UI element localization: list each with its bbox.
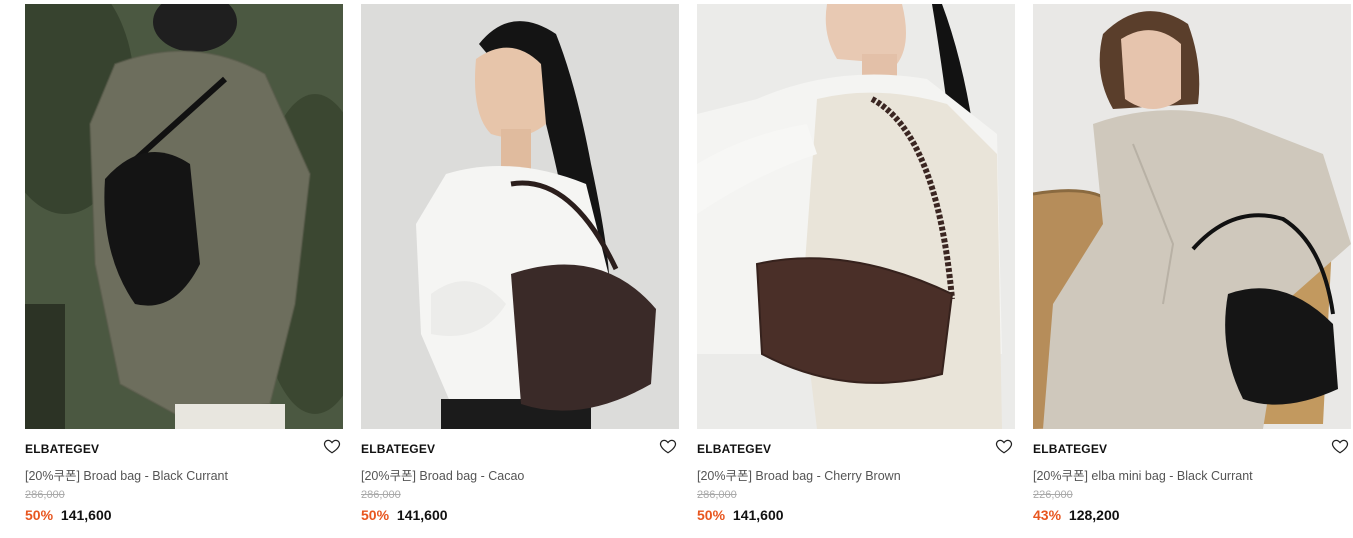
original-price: 286,000 xyxy=(25,489,65,501)
price-row: 50% 141,600 xyxy=(25,507,112,523)
product-card[interactable]: ELBATEGEV [20%쿠폰] Broad bag - Cherry Bro… xyxy=(697,4,1015,534)
product-image[interactable] xyxy=(361,4,679,429)
product-card[interactable]: ELBATEGEV [20%쿠폰] Broad bag - Cacao 286,… xyxy=(361,4,679,534)
price-row: 50% 141,600 xyxy=(697,507,784,523)
product-image[interactable] xyxy=(25,4,343,429)
product-card[interactable]: ELBATEGEV [20%쿠폰] Broad bag - Black Curr… xyxy=(25,4,343,534)
product-name[interactable]: [20%쿠폰] Broad bag - Cherry Brown xyxy=(697,465,901,484)
price-row: 43% 128,200 xyxy=(1033,507,1120,523)
brand-name[interactable]: ELBATEGEV xyxy=(25,442,99,456)
product-image[interactable] xyxy=(697,4,1015,429)
heart-outline-icon[interactable] xyxy=(1331,437,1349,455)
product-name[interactable]: [20%쿠폰] Broad bag - Cacao xyxy=(361,465,524,484)
product-info: ELBATEGEV [20%쿠폰] elba mini bag - Black … xyxy=(1033,429,1351,534)
product-name[interactable]: [20%쿠폰] Broad bag - Black Currant xyxy=(25,465,228,484)
brand-name[interactable]: ELBATEGEV xyxy=(1033,442,1107,456)
product-info: ELBATEGEV [20%쿠폰] Broad bag - Cacao 286,… xyxy=(361,429,679,534)
discount-rate: 50% xyxy=(25,507,54,523)
heart-outline-icon[interactable] xyxy=(659,437,677,455)
product-card[interactable]: ELBATEGEV [20%쿠폰] elba mini bag - Black … xyxy=(1033,4,1351,534)
heart-outline-icon[interactable] xyxy=(323,437,341,455)
original-price: 226,000 xyxy=(1033,489,1073,501)
brand-name[interactable]: ELBATEGEV xyxy=(361,442,435,456)
sale-price: 141,600 xyxy=(732,507,784,523)
product-info: ELBATEGEV [20%쿠폰] Broad bag - Black Curr… xyxy=(25,429,343,534)
original-price: 286,000 xyxy=(697,489,737,501)
product-image[interactable] xyxy=(1033,4,1351,429)
heart-outline-icon[interactable] xyxy=(995,437,1013,455)
discount-rate: 50% xyxy=(697,507,726,523)
original-price: 286,000 xyxy=(361,489,401,501)
product-grid: ELBATEGEV [20%쿠폰] Broad bag - Black Curr… xyxy=(0,0,1353,538)
product-name[interactable]: [20%쿠폰] elba mini bag - Black Currant xyxy=(1033,465,1253,484)
sale-price: 128,200 xyxy=(1068,507,1120,523)
sale-price: 141,600 xyxy=(396,507,448,523)
sale-price: 141,600 xyxy=(60,507,112,523)
discount-rate: 50% xyxy=(361,507,390,523)
discount-rate: 43% xyxy=(1033,507,1062,523)
price-row: 50% 141,600 xyxy=(361,507,448,523)
brand-name[interactable]: ELBATEGEV xyxy=(697,442,771,456)
product-info: ELBATEGEV [20%쿠폰] Broad bag - Cherry Bro… xyxy=(697,429,1015,534)
